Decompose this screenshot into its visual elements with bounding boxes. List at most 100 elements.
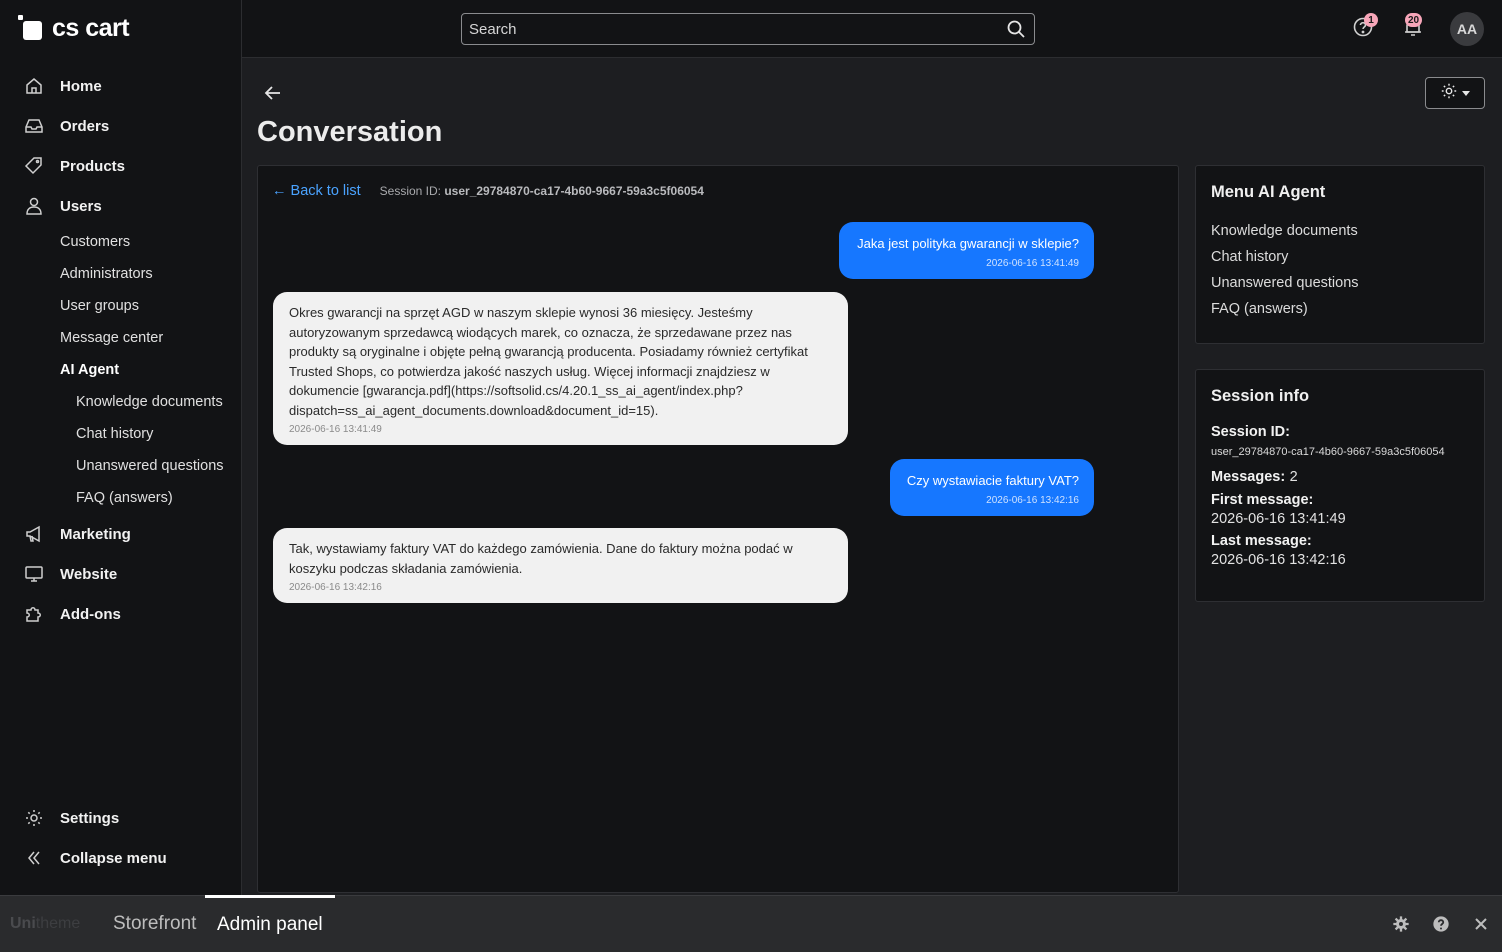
sidebar-item-users[interactable]: Users: [0, 186, 242, 226]
tag-icon: [22, 154, 46, 178]
session-info-card: Session info Session ID: user_29784870-c…: [1195, 369, 1485, 602]
message-time: 2026-06-16 13:42:16: [289, 582, 382, 593]
sidebar-item-home[interactable]: Home: [0, 66, 242, 106]
messages-count-row: Messages: 2: [1211, 468, 1469, 486]
session-id-value: user_29784870-ca17-4b60-9667-59a3c5f0605…: [1211, 446, 1445, 458]
last-message-label: Last message:: [1211, 533, 1312, 549]
sidebar-item-label: Home: [60, 77, 102, 95]
bottom-panel-bar: Unitheme Storefront Admin panel: [0, 895, 1502, 952]
back-to-list-link[interactable]: ← Back to list: [272, 183, 361, 199]
top-bar: 1 20 AA: [242, 0, 1502, 58]
tab-admin-panel[interactable]: Admin panel: [205, 895, 335, 951]
double-chevron-left-icon: [22, 846, 46, 870]
search-icon[interactable]: [998, 19, 1034, 39]
gear-icon: [1440, 82, 1458, 105]
close-icon[interactable]: [1470, 913, 1492, 935]
back-arrow-button[interactable]: [262, 82, 284, 104]
sidebar-item-label: Settings: [60, 809, 120, 827]
arrow-left-icon: [262, 86, 284, 108]
gear-icon: [22, 806, 46, 830]
logo-text: cs cart: [52, 13, 130, 42]
sidebar-item-ai-agent[interactable]: AI Agent: [0, 354, 242, 386]
sidebar-item-label: Website: [60, 565, 118, 583]
user-icon: [22, 194, 46, 218]
sidebar-item-website[interactable]: Website: [0, 554, 242, 594]
session-id-label: Session ID:: [379, 184, 441, 198]
message-text: Tak, wystawiamy faktury VAT do każdego z…: [289, 541, 793, 576]
caret-down-icon: [1462, 84, 1470, 102]
sidebar-item-marketing[interactable]: Marketing: [0, 514, 242, 554]
sidebar-item-customers[interactable]: Customers: [0, 226, 242, 258]
avatar[interactable]: AA: [1450, 12, 1484, 46]
menu-link-faq-answers[interactable]: FAQ (answers): [1211, 296, 1469, 322]
message-time: 2026-06-16 13:42:16: [986, 494, 1079, 506]
sidebar-item-label: Users: [60, 197, 102, 215]
message-bubble-user: Czy wystawiacie faktury VAT? 2026-06-16 …: [890, 459, 1094, 516]
help-button[interactable]: 1: [1350, 13, 1378, 42]
puzzle-icon: [22, 602, 46, 626]
inbox-icon: [22, 114, 46, 138]
message-text: Jaka jest polityka gwarancji w sklepie?: [857, 236, 1079, 251]
sidebar-nav: Home Orders Products Users Customers Adm…: [0, 66, 242, 634]
unitheme-logo[interactable]: Unitheme: [10, 915, 80, 933]
megaphone-icon: [22, 522, 46, 546]
card-title: Session info: [1211, 387, 1310, 405]
sidebar-item-label: Products: [60, 157, 126, 175]
collapse-menu-button[interactable]: Collapse menu: [0, 838, 242, 878]
menu-link-unanswered-questions[interactable]: Unanswered questions: [1211, 270, 1469, 296]
session-id-label: Session ID:: [1211, 424, 1290, 440]
sidebar-item-label: Collapse menu: [60, 849, 167, 867]
message-bubble-bot: Tak, wystawiamy faktury VAT do każdego z…: [273, 528, 848, 603]
brand-logo[interactable]: cs cart: [18, 13, 130, 42]
message-time: 2026-06-16 13:41:49: [289, 424, 382, 435]
sidebar-item-label: Add-ons: [60, 605, 121, 623]
cs-cart-logo-icon: [18, 15, 44, 41]
sidebar-item-label: Marketing: [60, 525, 131, 543]
notifications-badge: 20: [1405, 13, 1423, 27]
messages-label: Messages:: [1211, 469, 1286, 485]
ai-agent-menu-card: Menu AI Agent Knowledge documents Chat h…: [1195, 165, 1485, 344]
sidebar-item-settings[interactable]: Settings: [0, 798, 242, 838]
sidebar-item-user-groups[interactable]: User groups: [0, 290, 242, 322]
gear-icon[interactable]: [1390, 913, 1412, 935]
sidebar-item-message-center[interactable]: Message center: [0, 322, 242, 354]
logo-part: Uni: [10, 915, 36, 932]
sidebar-item-faq-answers[interactable]: FAQ (answers): [0, 482, 236, 514]
message-bubble-bot: Okres gwarancji na sprzęt AGD w naszym s…: [273, 292, 848, 445]
page-title: Conversation: [257, 116, 443, 148]
search-box: [461, 13, 1035, 45]
message-bubble-user: Jaka jest polityka gwarancji w sklepie? …: [839, 222, 1094, 279]
notifications-button[interactable]: 20: [1400, 13, 1426, 42]
message-text: Czy wystawiacie faktury VAT?: [906, 473, 1079, 488]
sidebar-item-orders[interactable]: Orders: [0, 106, 242, 146]
first-message-value: 2026-06-16 13:41:49: [1211, 511, 1346, 527]
sidebar-bottom: Settings Collapse menu: [0, 798, 242, 878]
logo-part: theme: [35, 915, 81, 932]
card-title: Menu AI Agent: [1211, 183, 1326, 201]
question-circle-icon[interactable]: [1430, 913, 1452, 935]
conversation-panel: ← Back to list Session ID: user_29784870…: [257, 165, 1179, 893]
sidebar-item-knowledge-documents[interactable]: Knowledge documents: [0, 386, 236, 418]
menu-link-chat-history[interactable]: Chat history: [1211, 244, 1469, 270]
sidebar-item-addons[interactable]: Add-ons: [0, 594, 242, 634]
settings-dropdown-button[interactable]: [1425, 77, 1485, 109]
conversation-header: ← Back to list Session ID: user_29784870…: [272, 183, 704, 199]
tab-storefront[interactable]: Storefront: [113, 896, 196, 952]
monitor-icon: [22, 562, 46, 586]
help-badge: 1: [1364, 13, 1378, 27]
sidebar-item-unanswered-questions[interactable]: Unanswered questions: [0, 450, 236, 482]
search-input[interactable]: [462, 20, 998, 38]
message-time: 2026-06-16 13:41:49: [986, 257, 1079, 269]
session-id-line: Session ID: user_29784870-ca17-4b60-9667…: [380, 184, 704, 198]
sidebar-item-chat-history[interactable]: Chat history: [0, 418, 236, 450]
first-message-label: First message:: [1211, 492, 1314, 508]
sidebar-item-administrators[interactable]: Administrators: [0, 258, 242, 290]
session-id-value: user_29784870-ca17-4b60-9667-59a3c5f0605…: [444, 184, 704, 198]
menu-link-knowledge-documents[interactable]: Knowledge documents: [1211, 218, 1469, 244]
sidebar-item-label: Orders: [60, 117, 110, 135]
sidebar: cs cart Home Orders Products Users Custo…: [0, 0, 242, 895]
messages-count: 2: [1289, 469, 1298, 485]
message-text: Okres gwarancji na sprzęt AGD w naszym s…: [289, 305, 808, 418]
home-icon: [22, 74, 46, 98]
sidebar-item-products[interactable]: Products: [0, 146, 242, 186]
